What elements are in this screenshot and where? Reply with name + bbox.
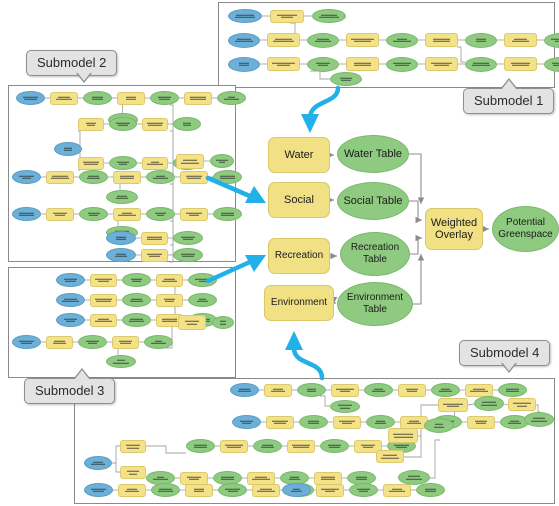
arrow-submodel3-to-recreation-path <box>208 261 252 281</box>
model-canvas: Water Social Recreation Environment Weig… <box>0 0 559 506</box>
arrow-submodel2-to-social-path <box>208 178 252 197</box>
callout-submodel-1[interactable]: Submodel 1 <box>463 88 554 114</box>
callout-submodel-3[interactable]: Submodel 3 <box>24 378 115 404</box>
callout-submodel-4[interactable]: Submodel 4 <box>459 340 550 366</box>
callout-submodel-1-label: Submodel 1 <box>463 88 554 114</box>
callout-submodel-2[interactable]: Submodel 2 <box>26 50 117 76</box>
callout-submodel-3-label: Submodel 3 <box>24 378 115 404</box>
callout-submodel-2-label: Submodel 2 <box>26 50 117 76</box>
arrow-submodel1-to-water-head <box>301 114 319 133</box>
arrow-submodel1-to-water-path <box>310 88 338 118</box>
arrow-submodel4-to-environment-path <box>294 348 322 378</box>
arrow-submodel4-to-environment-head <box>285 331 303 350</box>
